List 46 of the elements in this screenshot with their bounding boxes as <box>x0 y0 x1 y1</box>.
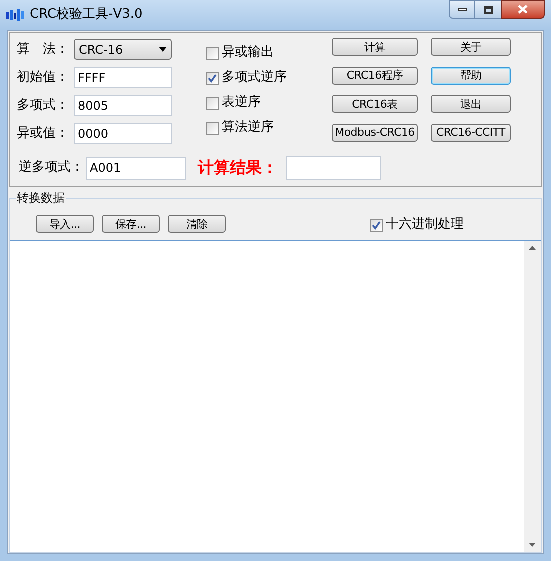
maximize-button[interactable] <box>475 0 501 19</box>
action-button[interactable]: 导入... <box>36 215 94 233</box>
action-button[interactable]: 帮助 <box>431 66 511 84</box>
option-label: 多项式逆序 <box>222 69 287 88</box>
close-icon <box>518 5 528 14</box>
action-button[interactable]: 退出 <box>431 95 511 113</box>
action-button[interactable]: Modbus-CRC16 <box>332 124 418 142</box>
app-icon <box>6 9 24 21</box>
value-field[interactable]: FFFF <box>74 67 172 88</box>
result-label: 计算结果： <box>198 157 278 179</box>
result-field[interactable] <box>286 156 381 180</box>
checkmark-icon <box>372 220 381 230</box>
scrollbar[interactable] <box>524 241 541 552</box>
caret-icon <box>159 47 167 52</box>
window-title: CRC校验工具-V3.0 <box>30 6 143 24</box>
option-label: 十六进制处理 <box>386 216 464 234</box>
field-label: 多项式： <box>16 96 70 115</box>
action-button[interactable]: 清除 <box>168 215 226 233</box>
checkmark-icon <box>208 74 217 82</box>
option-label: 算法逆序 <box>222 119 274 138</box>
checkbox[interactable] <box>206 46 219 60</box>
scroll-down-icon <box>529 543 536 547</box>
checkbox[interactable] <box>206 72 219 84</box>
option-label: 异或输出 <box>222 44 274 62</box>
minimize-button[interactable] <box>449 0 475 19</box>
checkbox[interactable] <box>206 96 219 110</box>
close-button[interactable] <box>501 0 545 19</box>
checkbox[interactable] <box>206 122 219 134</box>
value-field[interactable]: A001 <box>86 156 186 180</box>
section-title: 转换数据 <box>16 190 66 206</box>
algorithm-dropdown[interactable]: CRC-16 <box>74 39 172 60</box>
checkbox[interactable] <box>370 218 383 232</box>
field-label: 逆多项式： <box>18 159 85 178</box>
action-button[interactable]: 保存... <box>102 215 160 233</box>
action-button[interactable]: CRC16表 <box>332 95 418 113</box>
field-label: 初始值： <box>16 68 70 87</box>
action-button[interactable]: CRC16程序 <box>332 66 418 84</box>
action-button[interactable]: 关于 <box>431 38 511 56</box>
field-label: 算 法： <box>16 40 70 59</box>
value-field[interactable]: 8005 <box>74 95 172 116</box>
value-field[interactable]: 0000 <box>74 123 172 144</box>
scroll-up-icon <box>529 246 536 250</box>
action-button[interactable]: 计算 <box>332 38 418 56</box>
action-button[interactable]: CRC16-CCITT <box>431 124 511 142</box>
field-label: 异或值： <box>16 124 70 143</box>
option-label: 表逆序 <box>222 94 261 112</box>
